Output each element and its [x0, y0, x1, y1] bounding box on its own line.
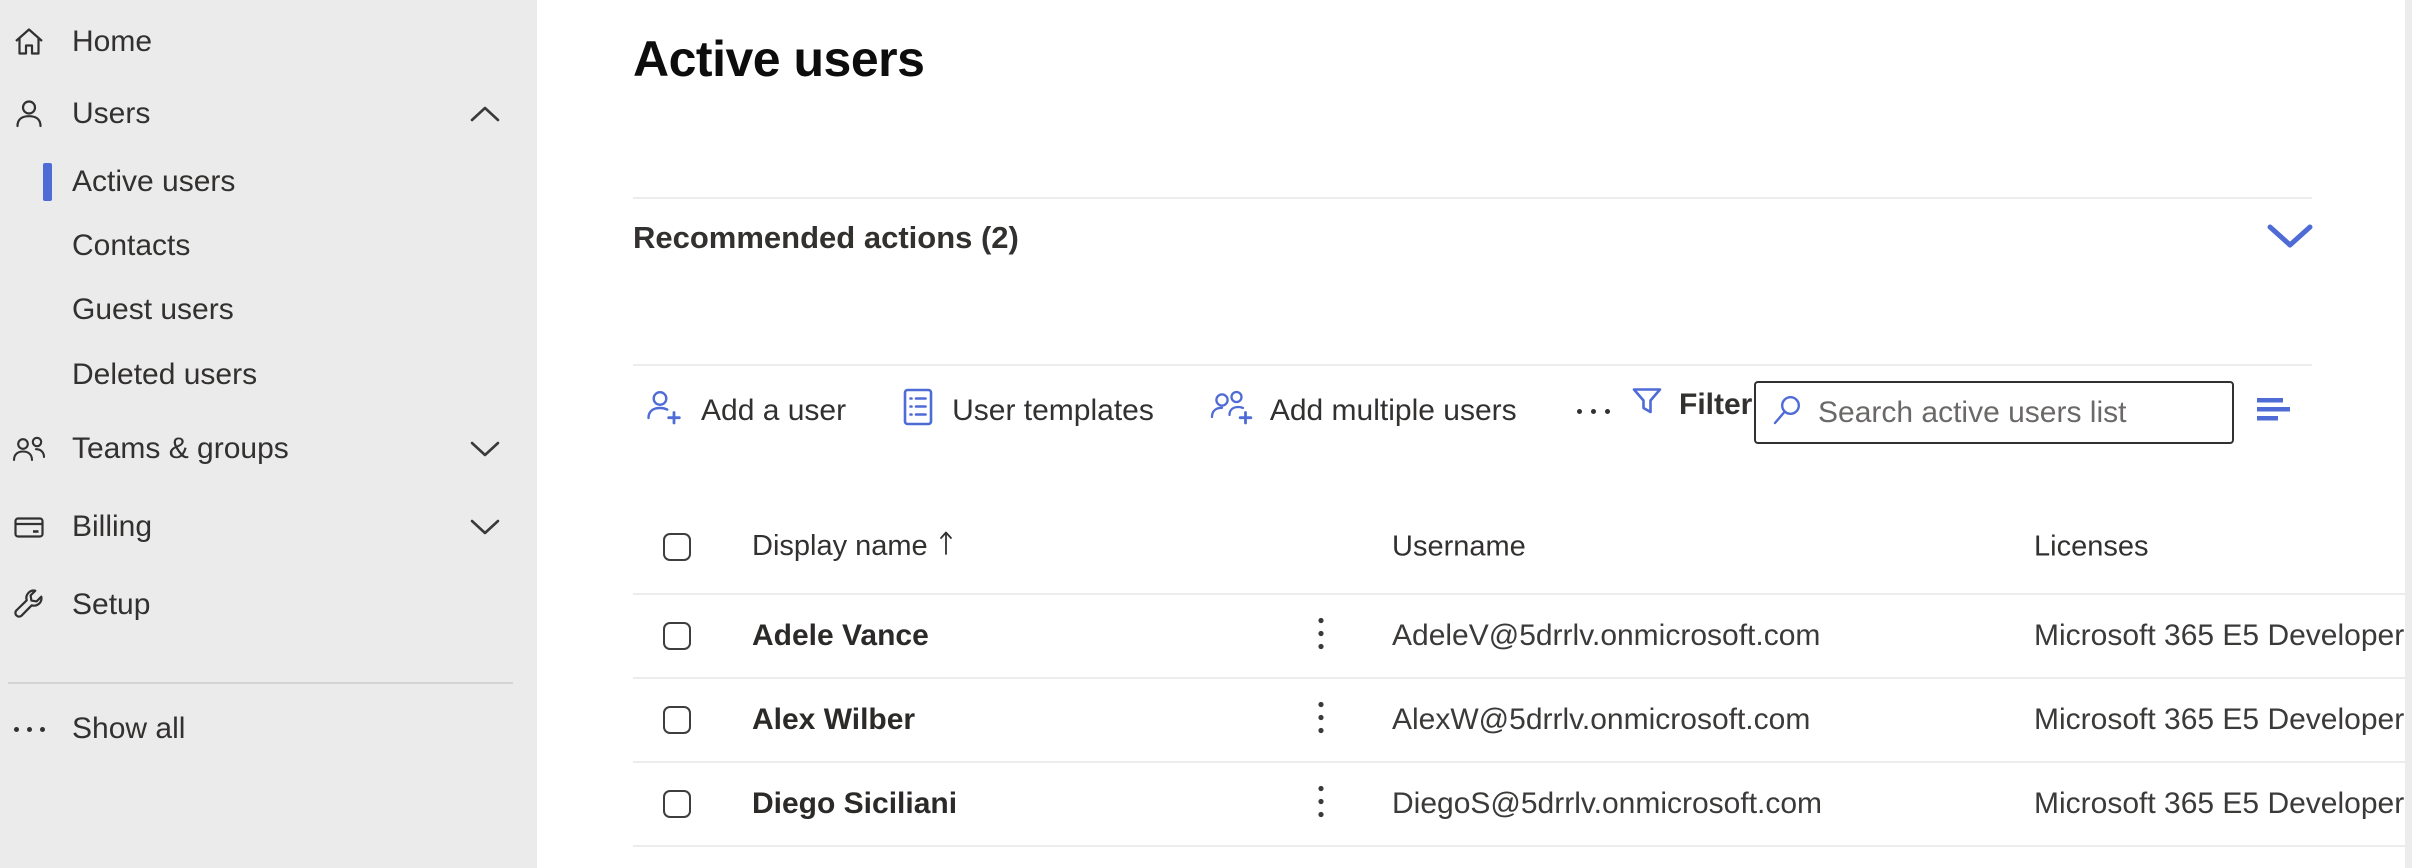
select-all-checkbox[interactable] [663, 533, 691, 561]
sidebar-nav: Home Users Active users Contacts Guest u… [0, 0, 537, 774]
sidebar-item-label: Teams & groups [72, 432, 289, 466]
user-templates-label: User templates [952, 394, 1154, 428]
recommended-actions-header[interactable]: Recommended actions (2) [633, 220, 1019, 256]
add-user-label: Add a user [701, 394, 846, 428]
sidebar-item-deleted-users[interactable]: Deleted users [0, 342, 537, 408]
user-licenses: Microsoft 365 E5 Developer (withou [2034, 787, 2412, 821]
column-header-licenses[interactable]: Licenses [2034, 530, 2148, 563]
user-licenses: Microsoft 365 E5 Developer (withou [2034, 703, 2412, 737]
teams-groups-icon [10, 432, 48, 466]
filter-label: Filter [1679, 388, 1752, 422]
user-username: DiegoS@5drrlv.onmicrosoft.com [1392, 787, 1822, 821]
home-icon [10, 24, 48, 60]
vertical-scrollbar[interactable] [2405, 0, 2412, 868]
ellipsis-icon [1577, 409, 1582, 414]
row-checkbox[interactable] [663, 622, 691, 650]
column-header-username[interactable]: Username [1392, 530, 1526, 563]
user-username: AlexW@5drrlv.onmicrosoft.com [1392, 703, 1810, 737]
sidebar-item-teams-groups[interactable]: Teams & groups [0, 408, 537, 490]
sidebar-item-label: Deleted users [72, 358, 257, 392]
sort-lines-icon [2255, 413, 2291, 430]
search-input[interactable] [1818, 396, 2218, 430]
users-table: Display name Username Licenses Adele Van… [633, 500, 2406, 847]
sidebar-item-label: Setup [72, 588, 150, 622]
sidebar-item-guest-users[interactable]: Guest users [0, 278, 537, 342]
wrench-icon [10, 587, 48, 623]
sidebar-item-label: Active users [72, 165, 235, 199]
sidebar-item-active-users[interactable]: Active users [0, 150, 537, 214]
recommended-actions-expand-button[interactable] [2266, 222, 2314, 255]
users-icon [10, 96, 48, 132]
sidebar-item-label: Show all [72, 712, 185, 746]
sidebar-item-contacts[interactable]: Contacts [0, 214, 537, 278]
toolbar: Add a user User templates [643, 376, 1616, 446]
chevron-down-icon [2266, 237, 2314, 254]
filter-button[interactable]: Filter [1629, 383, 1752, 427]
kebab-menu-icon [1317, 723, 1325, 740]
column-header-display-name[interactable]: Display name [752, 529, 954, 565]
user-display-name[interactable]: Alex Wilber [752, 703, 915, 736]
row-checkbox[interactable] [663, 790, 691, 818]
add-multiple-users-button[interactable]: Add multiple users [1208, 386, 1517, 436]
add-multiple-users-label: Add multiple users [1270, 394, 1517, 428]
add-user-button[interactable]: Add a user [643, 386, 846, 436]
sidebar-item-show-all[interactable]: Show all [0, 684, 537, 774]
user-username: AdeleV@5drrlv.onmicrosoft.com [1392, 619, 1820, 653]
sidebar-item-label: Users [72, 97, 150, 131]
kebab-menu-icon [1317, 807, 1325, 824]
table-row: Adele Vance AdeleV@5drrlv.onmicrosoft.co… [633, 595, 2406, 679]
kebab-menu-icon [1317, 639, 1325, 656]
search-icon [1770, 393, 1804, 432]
user-display-name[interactable]: Diego Siciliani [752, 787, 957, 820]
ellipsis-icon [10, 727, 48, 732]
filter-icon [1629, 383, 1665, 427]
chevron-down-icon [470, 440, 500, 458]
sidebar-item-label: Home [72, 25, 152, 59]
row-more-actions-button[interactable] [1307, 696, 1335, 745]
billing-card-icon [10, 509, 48, 545]
table-row: Alex Wilber AlexW@5drrlv.onmicrosoft.com… [633, 679, 2406, 763]
sidebar-item-users[interactable]: Users [0, 78, 537, 150]
table-header-row: Display name Username Licenses [633, 500, 2406, 595]
chevron-up-icon [470, 105, 500, 123]
sidebar-item-label: Billing [72, 510, 152, 544]
sidebar-item-billing[interactable]: Billing [0, 490, 537, 564]
sidebar-item-label: Guest users [72, 293, 234, 327]
sort-ascending-arrow-icon [938, 529, 954, 565]
row-checkbox[interactable] [663, 706, 691, 734]
search-box [1754, 381, 2234, 444]
toolbar-overflow-button[interactable] [1571, 409, 1616, 414]
divider [633, 197, 2312, 199]
user-licenses: Microsoft 365 E5 Developer (withou [2034, 619, 2412, 653]
row-more-actions-button[interactable] [1307, 780, 1335, 829]
main-content: Active users Recommended actions (2) Add… [537, 0, 2412, 868]
page-title: Active users [633, 30, 924, 88]
user-templates-icon [900, 386, 936, 436]
sidebar-item-home[interactable]: Home [0, 6, 537, 78]
add-user-icon [643, 386, 685, 436]
row-more-actions-button[interactable] [1307, 612, 1335, 661]
user-display-name[interactable]: Adele Vance [752, 619, 929, 652]
sort-lines-button[interactable] [2255, 394, 2291, 431]
table-row: Diego Siciliani DiegoS@5drrlv.onmicrosof… [633, 763, 2406, 847]
chevron-down-icon [470, 518, 500, 536]
user-templates-button[interactable]: User templates [900, 386, 1154, 436]
divider [633, 364, 2312, 366]
add-multiple-users-icon [1208, 386, 1254, 436]
sidebar-item-label: Contacts [72, 229, 190, 263]
sidebar-item-setup[interactable]: Setup [0, 564, 537, 646]
sidebar: Home Users Active users Contacts Guest u… [0, 0, 537, 868]
